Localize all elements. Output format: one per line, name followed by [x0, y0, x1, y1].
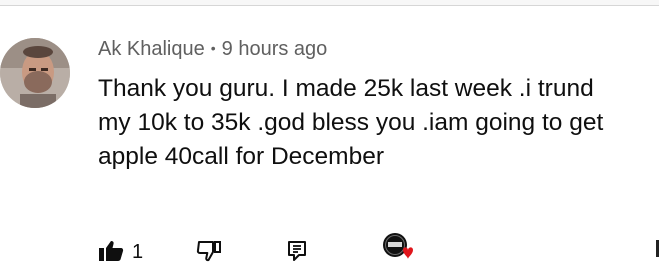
avatar[interactable] [0, 38, 70, 108]
comment-timestamp[interactable]: 9 hours ago [222, 38, 328, 60]
comment-line: Thank you guru. I made 25k last week .i … [98, 75, 594, 102]
comment-meta: Ak Khalique • 9 hours ago [98, 38, 327, 61]
author-name[interactable]: Ak Khalique [98, 38, 205, 60]
creator-heart[interactable] [381, 230, 417, 271]
thumbs-down-icon [196, 241, 221, 262]
thumbs-up-icon [99, 241, 124, 261]
comment-line: my 10k to 35k .god bless you .iam going … [98, 109, 604, 136]
comment-text: Thank you guru. I made 25k last week .i … [98, 72, 658, 174]
creator-heart-icon [383, 233, 413, 259]
avatar-image [0, 38, 70, 108]
reply-button[interactable] [286, 240, 308, 267]
like-count: 1 [132, 241, 144, 263]
reply-icon [288, 241, 306, 261]
meta-separator: • [210, 40, 216, 56]
like-button[interactable] [98, 240, 124, 267]
comment-line: apple 40call for December [98, 143, 384, 170]
top-divider [0, 0, 659, 6]
dislike-button[interactable] [196, 240, 222, 267]
